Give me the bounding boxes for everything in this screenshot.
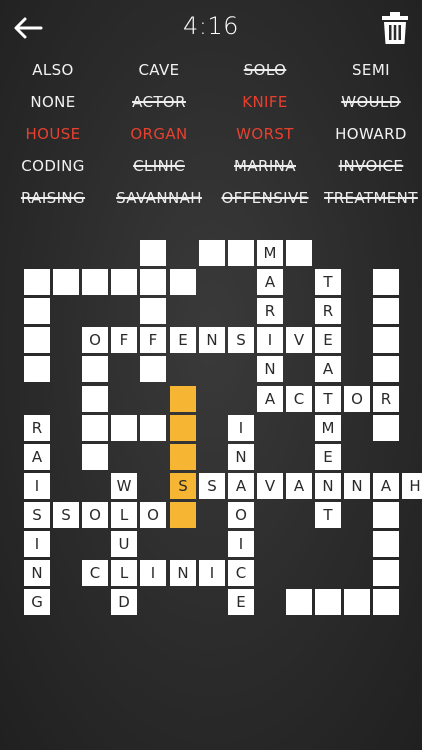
grid-cell[interactable]: C <box>286 386 312 412</box>
grid-cell[interactable] <box>24 298 50 324</box>
grid-cell[interactable]: E <box>315 444 341 470</box>
grid-cell[interactable]: L <box>111 560 137 586</box>
grid-cell[interactable] <box>286 589 312 615</box>
grid-cell[interactable] <box>373 589 399 615</box>
grid-cell[interactable] <box>140 415 166 441</box>
selected-cell[interactable] <box>170 386 196 412</box>
grid-cell[interactable]: N <box>170 560 196 586</box>
grid-cell[interactable] <box>82 356 108 382</box>
grid-cell[interactable] <box>140 269 166 295</box>
grid-cell[interactable]: R <box>257 298 283 324</box>
grid-cell[interactable]: C <box>228 560 254 586</box>
grid-cell[interactable]: A <box>373 473 399 499</box>
grid-cell[interactable] <box>24 269 50 295</box>
grid-cell[interactable]: T <box>315 269 341 295</box>
grid-cell[interactable] <box>140 240 166 266</box>
grid-cell[interactable]: V <box>257 473 283 499</box>
grid-cell[interactable]: A <box>24 444 50 470</box>
grid-cell[interactable]: M <box>257 240 283 266</box>
grid-cell[interactable]: M <box>315 415 341 441</box>
grid-cell[interactable]: O <box>344 386 370 412</box>
grid-cell[interactable]: U <box>111 531 137 557</box>
grid-cell[interactable]: I <box>228 415 254 441</box>
grid-cell[interactable]: I <box>24 473 50 499</box>
grid-cell[interactable]: R <box>373 386 399 412</box>
grid-cell[interactable] <box>111 269 137 295</box>
grid-cell[interactable] <box>199 240 225 266</box>
grid-cell[interactable]: N <box>24 560 50 586</box>
crossword-grid: MATRROFFENSIVENAACTORRIMANEIWSSAVANNAHSS… <box>0 0 422 750</box>
grid-cell[interactable]: O <box>82 502 108 528</box>
grid-cell[interactable]: G <box>24 589 50 615</box>
grid-cell[interactable] <box>24 327 50 353</box>
grid-cell[interactable]: I <box>257 327 283 353</box>
grid-cell[interactable]: R <box>24 415 50 441</box>
grid-cell[interactable] <box>373 415 399 441</box>
grid-cell[interactable] <box>82 386 108 412</box>
grid-cell[interactable]: S <box>24 502 50 528</box>
selected-cell[interactable]: S <box>170 473 196 499</box>
grid-cell[interactable]: N <box>228 444 254 470</box>
grid-cell[interactable]: I <box>199 560 225 586</box>
grid-cell[interactable]: C <box>82 560 108 586</box>
grid-cell[interactable]: E <box>315 327 341 353</box>
grid-cell[interactable]: E <box>170 327 196 353</box>
grid-cell[interactable]: O <box>140 502 166 528</box>
grid-cell[interactable]: I <box>24 531 50 557</box>
grid-cell[interactable] <box>286 240 312 266</box>
grid-cell[interactable]: N <box>199 327 225 353</box>
grid-cell[interactable]: W <box>111 473 137 499</box>
grid-cell[interactable]: E <box>228 589 254 615</box>
grid-cell[interactable]: A <box>257 269 283 295</box>
grid-cell[interactable] <box>82 415 108 441</box>
selected-cell[interactable] <box>170 415 196 441</box>
grid-cell[interactable]: S <box>53 502 79 528</box>
grid-cell[interactable] <box>315 589 341 615</box>
grid-cell[interactable]: D <box>111 589 137 615</box>
grid-cell[interactable] <box>111 415 137 441</box>
grid-cell[interactable]: A <box>286 473 312 499</box>
selected-cell[interactable] <box>170 444 196 470</box>
grid-cell[interactable]: I <box>228 531 254 557</box>
grid-cell[interactable]: F <box>111 327 137 353</box>
grid-cell[interactable]: S <box>199 473 225 499</box>
grid-cell[interactable]: O <box>228 502 254 528</box>
grid-cell[interactable] <box>82 269 108 295</box>
grid-cell[interactable]: H <box>402 473 422 499</box>
grid-cell[interactable] <box>140 298 166 324</box>
grid-cell[interactable] <box>344 589 370 615</box>
grid-cell[interactable]: V <box>286 327 312 353</box>
grid-cell[interactable] <box>170 269 196 295</box>
grid-cell[interactable] <box>373 560 399 586</box>
grid-cell[interactable] <box>140 356 166 382</box>
grid-cell[interactable]: L <box>111 502 137 528</box>
grid-cell[interactable] <box>373 356 399 382</box>
grid-cell[interactable]: A <box>315 356 341 382</box>
grid-cell[interactable]: F <box>140 327 166 353</box>
grid-cell[interactable] <box>82 444 108 470</box>
selected-cell[interactable] <box>170 502 196 528</box>
grid-cell[interactable] <box>53 269 79 295</box>
grid-cell[interactable] <box>373 269 399 295</box>
grid-cell[interactable] <box>373 327 399 353</box>
grid-cell[interactable] <box>373 531 399 557</box>
grid-cell[interactable]: N <box>344 473 370 499</box>
grid-cell[interactable] <box>373 502 399 528</box>
grid-cell[interactable] <box>228 240 254 266</box>
grid-cell[interactable]: N <box>257 356 283 382</box>
grid-cell[interactable]: A <box>257 386 283 412</box>
grid-cell[interactable]: T <box>315 386 341 412</box>
grid-cell[interactable] <box>373 298 399 324</box>
grid-cell[interactable]: O <box>82 327 108 353</box>
grid-cell[interactable] <box>24 356 50 382</box>
grid-cell[interactable]: S <box>228 327 254 353</box>
grid-cell[interactable]: R <box>315 298 341 324</box>
grid-cell[interactable]: A <box>228 473 254 499</box>
grid-cell[interactable]: T <box>315 502 341 528</box>
grid-cell[interactable]: N <box>315 473 341 499</box>
grid-cell[interactable]: I <box>140 560 166 586</box>
